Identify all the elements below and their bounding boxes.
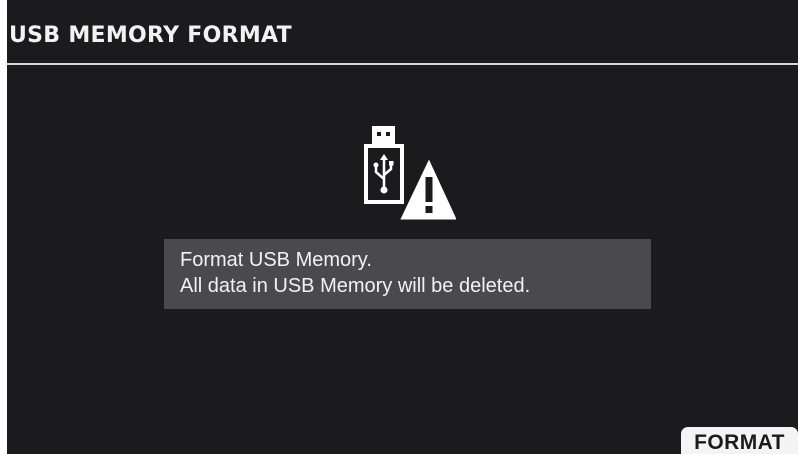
message-line-warning: All data in USB Memory will be deleted. [180, 275, 531, 297]
format-screen: USB MEMORY FORMAT Format USB Memory. All… [7, 0, 798, 454]
warning-icon [396, 154, 456, 222]
format-button[interactable]: FORMAT [681, 427, 798, 454]
message-dialog: Format USB Memory. All data in USB Memor… [164, 239, 651, 309]
usb-symbol-icon [374, 158, 393, 188]
page-title: USB MEMORY FORMAT [9, 23, 292, 48]
title-divider [7, 63, 798, 65]
title-bar: USB MEMORY FORMAT [7, 0, 798, 63]
usb-memory-warning-icon [364, 126, 456, 222]
usb-stick-icon [364, 126, 404, 204]
message-line-format: Format USB Memory. [180, 249, 372, 271]
